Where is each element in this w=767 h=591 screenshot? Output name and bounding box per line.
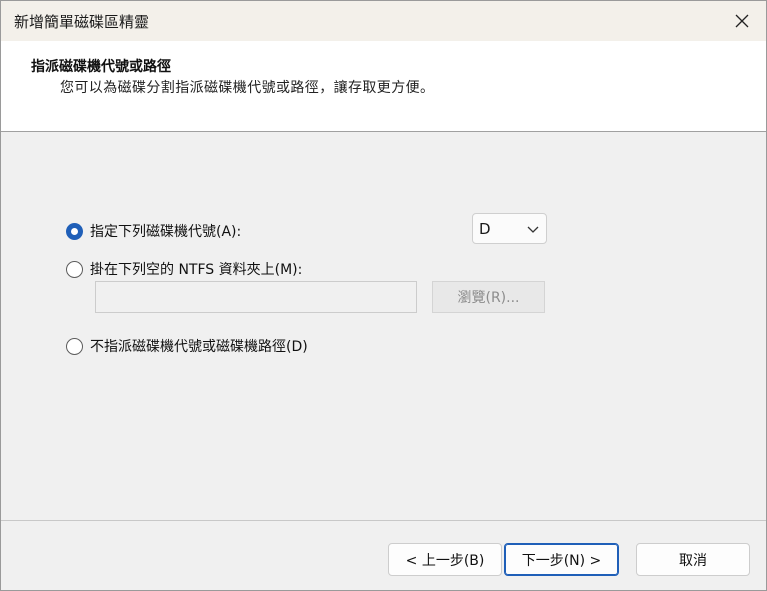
page-title: 指派磁碟機代號或路徑 xyxy=(31,59,171,75)
next-button[interactable]: 下一步(N) > xyxy=(504,543,619,576)
back-button-label: < 上一步(B) xyxy=(405,552,485,569)
no-assign-label: 不指派磁碟機代號或磁碟機路徑(D) xyxy=(90,339,308,355)
cancel-button[interactable]: 取消 xyxy=(636,543,750,576)
drive-letter-value: D xyxy=(479,219,491,238)
close-button[interactable] xyxy=(718,1,766,41)
no-assign-option[interactable]: 不指派磁碟機代號或磁碟機路徑(D) xyxy=(66,336,308,356)
assign-letter-radio[interactable] xyxy=(66,222,83,240)
footer-bar: < 上一步(B) 下一步(N) > 取消 xyxy=(1,520,766,590)
window-title: 新增簡單磁碟區精靈 xyxy=(14,13,150,31)
close-icon xyxy=(735,14,749,28)
title-bar[interactable]: 新增簡單磁碟區精靈 xyxy=(1,1,766,41)
assign-letter-label: 指定下列磁碟機代號(A): xyxy=(90,224,242,240)
next-button-label: 下一步(N) > xyxy=(521,552,602,569)
mount-folder-radio[interactable] xyxy=(66,260,83,278)
chevron-down-icon xyxy=(527,226,539,233)
mount-folder-label: 掛在下列空的 NTFS 資料夾上(M): xyxy=(90,262,303,278)
cancel-button-label: 取消 xyxy=(679,552,707,569)
folder-path-input[interactable] xyxy=(95,281,417,313)
no-assign-radio[interactable] xyxy=(66,337,83,355)
content-area: 指定下列磁碟機代號(A): D 掛在下列空的 NTFS 資料夾上(M): 瀏覽(… xyxy=(1,133,766,520)
page-subtitle: 您可以為磁碟分割指派磁碟機代號或路徑，讓存取更方便。 xyxy=(60,80,435,96)
wizard-window: 新增簡單磁碟區精靈 指派磁碟機代號或路徑 您可以為磁碟分割指派磁碟機代號或路徑，… xyxy=(0,0,767,591)
browse-button-label: 瀏覽(R)... xyxy=(457,290,520,306)
assign-letter-option[interactable]: 指定下列磁碟機代號(A): xyxy=(66,221,241,241)
back-button[interactable]: < 上一步(B) xyxy=(388,543,502,576)
browse-button[interactable]: 瀏覽(R)... xyxy=(432,281,545,313)
mount-folder-option[interactable]: 掛在下列空的 NTFS 資料夾上(M): xyxy=(66,259,302,279)
drive-letter-select[interactable]: D xyxy=(472,213,547,244)
header-panel: 指派磁碟機代號或路徑 您可以為磁碟分割指派磁碟機代號或路徑，讓存取更方便。 xyxy=(1,41,766,132)
